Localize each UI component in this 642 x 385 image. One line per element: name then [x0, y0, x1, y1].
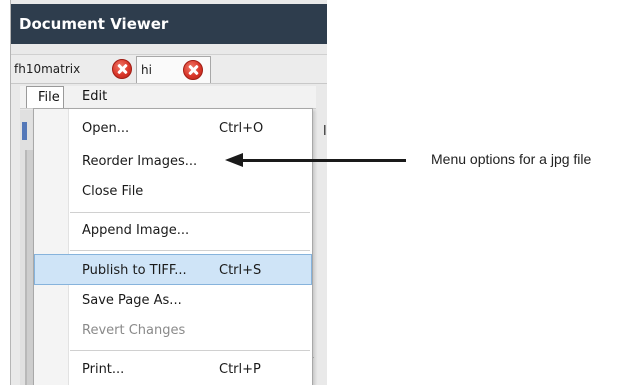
menu-item-label: Publish to TIFF... — [82, 263, 187, 278]
file-menu-dropdown: Open... Ctrl+O Reorder Images... Close F… — [33, 108, 313, 385]
menu-item-label: Print... — [82, 362, 125, 377]
menu-item-label: Append Image... — [82, 223, 190, 238]
menu-separator — [70, 212, 310, 213]
menu-item-append-image[interactable]: Append Image... — [34, 215, 312, 246]
screenshot: Document Viewer fh10matrix hi l File Edi… — [0, 0, 642, 385]
document-tabs: fh10matrix hi — [11, 54, 327, 84]
menu-item-label: Close File — [82, 184, 144, 199]
menu-item-label: Open... — [82, 121, 130, 136]
menu-item-open[interactable]: Open... Ctrl+O — [34, 113, 312, 144]
menu-edit[interactable]: Edit — [74, 86, 115, 108]
annotation-arrow-line — [240, 159, 406, 162]
close-tab-icon[interactable] — [183, 60, 203, 80]
menu-item-shortcut: Ctrl+S — [219, 263, 262, 278]
menu-item-save-page-as[interactable]: Save Page As... — [34, 285, 312, 316]
menu-bar: File Edit — [20, 86, 316, 109]
menu-item-print[interactable]: Print... Ctrl+P — [34, 354, 312, 385]
menu-item-publish-to-tiff[interactable]: Publish to TIFF... Ctrl+S — [34, 254, 312, 285]
menu-item-close-file[interactable]: Close File — [34, 176, 312, 207]
tab-fh10matrix[interactable]: fh10matrix — [14, 56, 136, 82]
menu-file[interactable]: File — [26, 86, 64, 108]
toolbar-icon — [22, 122, 27, 140]
window-title: Document Viewer — [11, 4, 327, 44]
menu-separator — [70, 250, 310, 251]
annotation-text: Menu options for a jpg file — [431, 151, 592, 167]
menu-separator — [70, 350, 310, 351]
menu-item-label: Reorder Images... — [82, 154, 198, 169]
menu-item-label: Save Page As... — [82, 293, 182, 308]
tab-label: hi — [141, 63, 152, 77]
tab-label: fh10matrix — [14, 62, 81, 76]
menu-item-revert-changes: Revert Changes — [34, 315, 312, 346]
obscured-text: l — [323, 124, 327, 139]
menu-item-shortcut: Ctrl+P — [219, 362, 261, 377]
menu-item-label: Revert Changes — [82, 323, 186, 338]
tab-hi[interactable]: hi — [136, 56, 211, 83]
menu-item-shortcut: Ctrl+O — [219, 121, 264, 136]
close-tab-icon[interactable] — [112, 59, 132, 79]
